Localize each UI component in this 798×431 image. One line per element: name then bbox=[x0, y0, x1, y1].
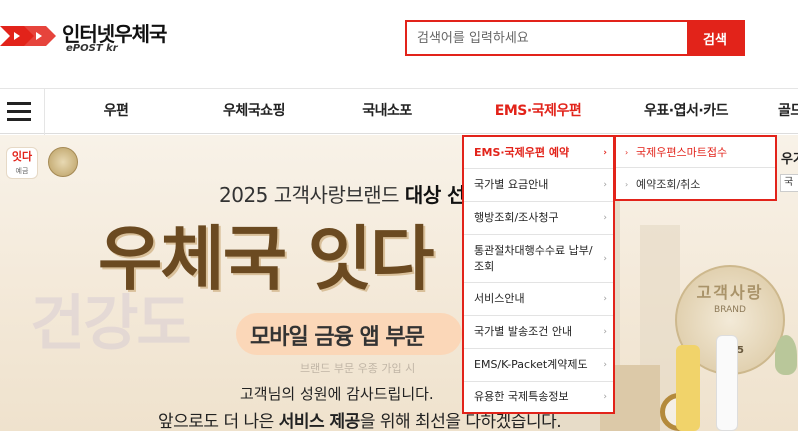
medal-title: 고객사랑 bbox=[696, 283, 764, 302]
chevron-right-icon: › bbox=[603, 294, 607, 304]
logo-subtitle: ePOST kr bbox=[66, 43, 118, 54]
search-box: 검색 bbox=[405, 20, 745, 56]
promise-prefix: 앞으로도 더 나은 bbox=[158, 412, 279, 431]
menu-item-label: EMS/K-Packet계약제도 bbox=[474, 358, 588, 371]
menu-item-label: 통관절차대행수수료 납부/조회 bbox=[474, 243, 593, 273]
side-panel-label: 우겨 bbox=[781, 152, 798, 167]
ida-app-logo: 잇다 예금 bbox=[6, 147, 38, 179]
chevron-right-icon: › bbox=[603, 327, 607, 337]
chevron-right-icon: › bbox=[603, 180, 607, 190]
menu-item-rates[interactable]: 국가별 요금안내 › bbox=[464, 169, 613, 202]
nav-item-gold[interactable]: 골드 bbox=[778, 89, 798, 134]
person-illustration bbox=[716, 335, 738, 431]
menu-item-label: 행방조회/조사청구 bbox=[474, 211, 559, 224]
menu-item-express-info[interactable]: 유용한 국제특송정보 › bbox=[464, 382, 613, 412]
chevron-right-icon: › bbox=[603, 360, 607, 370]
nav-item-shopping[interactable]: 우체국쇼핑 bbox=[212, 89, 296, 134]
side-panel: 우겨 국 bbox=[778, 138, 798, 198]
menu-item-label: 유용한 국제특송정보 bbox=[474, 390, 569, 403]
faded-caption: 브랜드 부문 우종 가입 시 bbox=[300, 362, 416, 375]
submenu-item-label: 예약조회/취소 bbox=[636, 178, 701, 191]
menu-item-label: 국가별 발송조건 안내 bbox=[474, 325, 573, 338]
medal-brand: BRAND bbox=[714, 305, 746, 315]
epost-logo-icon bbox=[0, 26, 56, 46]
nav-item-post[interactable]: 우편 bbox=[96, 89, 136, 134]
menu-item-tracking[interactable]: 행방조회/조사청구 › bbox=[464, 202, 613, 235]
search-button[interactable]: 검색 bbox=[687, 22, 743, 54]
chevron-right-icon: › bbox=[603, 392, 607, 402]
menu-item-ems-reservation[interactable]: EMS·국제우편 예약 › bbox=[464, 137, 613, 169]
nav-divider bbox=[44, 89, 45, 135]
menu-item-customs-fee[interactable]: 통관절차대행수수료 납부/조회 › bbox=[464, 235, 613, 283]
site-header: 인터넷우체국 ePOST kr 검색 bbox=[0, 0, 798, 88]
plant-illustration bbox=[775, 335, 797, 375]
category-pill-text: 모바일 금융 앱 부문 bbox=[250, 325, 425, 350]
submenu-item-label: 국제우편스마트접수 bbox=[636, 146, 728, 159]
submenu-item-smart-reception[interactable]: › 국제우편스마트접수 bbox=[616, 137, 775, 168]
main-nav: 우편 우체국쇼핑 국내소포 EMS·국제우편 우표·엽서·카드 골드 bbox=[0, 88, 798, 135]
nav-item-stamps[interactable]: 우표·엽서·카드 bbox=[630, 89, 742, 134]
chevron-right-icon: › bbox=[603, 213, 607, 223]
bullet-icon: › bbox=[625, 148, 629, 157]
person-illustration bbox=[676, 345, 700, 431]
ida-logo-sub: 예금 bbox=[15, 167, 29, 175]
search-input[interactable] bbox=[407, 22, 689, 54]
promise-suffix: 을 위해 최선을 다하겠습니다. bbox=[359, 412, 562, 431]
menu-icon[interactable] bbox=[7, 102, 31, 122]
epost-logo[interactable]: 인터넷우체국 ePOST kr bbox=[0, 16, 180, 60]
menu-item-label: 국가별 요금안내 bbox=[474, 178, 549, 191]
nav-item-ems-intl[interactable]: EMS·국제우편 bbox=[486, 89, 590, 134]
award-seal-icon bbox=[48, 147, 78, 177]
menu-item-label: EMS·국제우편 예약 bbox=[474, 145, 570, 159]
menu-item-country-conditions[interactable]: 국가별 발송조건 안내 › bbox=[464, 316, 613, 349]
chevron-right-icon: › bbox=[603, 147, 607, 158]
chevron-right-icon: › bbox=[603, 253, 607, 264]
ida-logo-text: 잇다 bbox=[11, 150, 33, 163]
side-panel-input[interactable]: 국 bbox=[780, 174, 798, 192]
menu-item-service-info[interactable]: 서비스안내 › bbox=[464, 283, 613, 316]
submenu-item-reservation-lookup[interactable]: › 예약조회/취소 bbox=[616, 169, 775, 200]
promise-bold: 서비스 제공 bbox=[278, 412, 361, 431]
thanks-message: 고객님의 성원에 감사드립니다. bbox=[240, 385, 434, 403]
menu-item-contract[interactable]: EMS/K-Packet계약제도 › bbox=[464, 349, 613, 382]
ems-dropdown-menu: EMS·국제우편 예약 › 국가별 요금안내 › 행방조회/조사청구 › 통관절… bbox=[462, 135, 615, 414]
menu-item-label: 서비스안내 bbox=[474, 292, 525, 305]
nav-item-domestic-parcel[interactable]: 국내소포 bbox=[352, 89, 422, 134]
ems-submenu: › 국제우편스마트접수 › 예약조회/취소 bbox=[614, 135, 777, 201]
banner-title: 우체국 잇다 bbox=[98, 218, 434, 300]
bullet-icon: › bbox=[625, 180, 629, 189]
